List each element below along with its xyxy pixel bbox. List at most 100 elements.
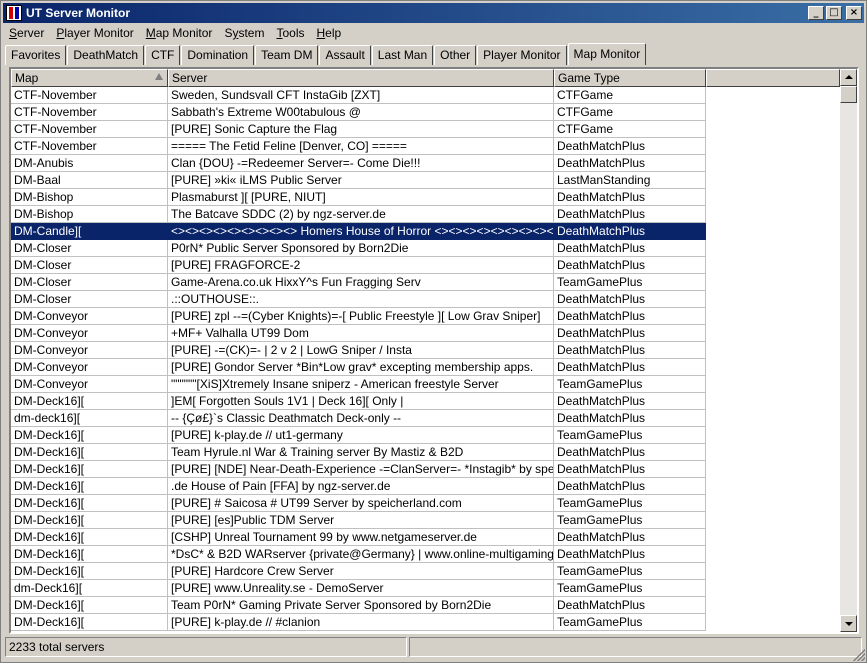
vertical-scrollbar[interactable] [840,69,857,632]
resize-grip-icon[interactable] [853,649,865,661]
table-row[interactable]: DM-Deck16][*DsC* & B2D WARserver {privat… [11,546,840,563]
table-row[interactable]: DM-Anubis Clan {DOU} -=Redeemer Server=- … [11,155,840,172]
table-row[interactable]: DM-Deck16][[PURE] [es]Public TDM Server T… [11,512,840,529]
column-header-server[interactable]: Server [168,69,554,87]
menu-item-player-monitor[interactable]: Player Monitor [50,26,139,40]
table-row[interactable]: DM-Bishop Plasmaburst ][ [PURE, NIUT] Deat… [11,189,840,206]
table-row[interactable]: CTF-November Sabbath's Extreme W00tabulou… [11,104,840,121]
cell-map: DM-Deck16][ [11,614,168,631]
cell-server: [PURE] »ki« iLMS Public Server [168,172,554,189]
cell-map: DM-Closer [11,257,168,274]
table-row[interactable]: DM-Deck16][.de House of Pain [FFA] by ng… [11,478,840,495]
cell-game-type: DeathMatchPlus [554,444,706,461]
table-row[interactable]: DM-Conveyor [PURE] zpl --=(Cyber Knights)… [11,308,840,325]
cell-map: DM-Closer [11,291,168,308]
menu-item-map-monitor[interactable]: Map Monitor [140,26,219,40]
cell-server: [PURE] k-play.de // #clanion [168,614,554,631]
cell-server: Game-Arena.co.uk HixxY^s Fun Fragging Se… [168,274,554,291]
cell-game-type: DeathMatchPlus [554,189,706,206]
table-row[interactable]: DM-Deck16][[PURE] k-play.de // ut1-germa… [11,427,840,444]
tab-team-dm[interactable]: Team DM [255,45,319,65]
status-panel-2 [409,637,862,657]
cell-game-type: TeamGamePlus [554,563,706,580]
cell-server: [CSHP] Unreal Tournament 99 by www.netga… [168,529,554,546]
cell-game-type: DeathMatchPlus [554,138,706,155]
cell-game-type: TeamGamePlus [554,495,706,512]
table-row[interactable]: DM-Deck16][Team Hyrule.nl War & Training… [11,444,840,461]
table-row[interactable]: DM-Conveyor """"""[XiS]Xtremely Insane sn… [11,376,840,393]
column-header-map[interactable]: Map [11,69,168,87]
cell-game-type: DeathMatchPlus [554,342,706,359]
column-header-map-label: Map [15,71,39,85]
table-row[interactable]: DM-Conveyor [PURE] -=(CK)=- | 2 v 2 | Low… [11,342,840,359]
menu-item-tools[interactable]: Tools [270,26,310,40]
table-row[interactable]: DM-Deck16][]EM[ Forgotten Souls 1V1 | De… [11,393,840,410]
cell-map: CTF-November [11,138,168,155]
cell-game-type: LastManStanding [554,172,706,189]
cell-map: DM-Candle][ [11,223,168,240]
cell-server: Team Hyrule.nl War & Training server By … [168,444,554,461]
cell-game-type: TeamGamePlus [554,274,706,291]
scroll-down-button[interactable] [840,615,857,632]
table-row[interactable]: DM-Deck16][Team P0rN* Gaming Private Ser… [11,597,840,614]
close-icon[interactable]: × [846,6,862,20]
cell-map: DM-Deck16][ [11,597,168,614]
sort-ascending-icon [155,73,163,80]
table-row[interactable]: CTF-November Sweden, Sundsvall CFT InstaG… [11,87,840,104]
tab-player-monitor[interactable]: Player Monitor [477,45,567,65]
table-row[interactable]: DM-Deck16][[PURE] [NDE] Near-Death-Exper… [11,461,840,478]
table-row[interactable]: DM-Deck16][[CSHP] Unreal Tournament 99 b… [11,529,840,546]
tab-other[interactable]: Other [434,45,477,65]
table-row[interactable]: DM-Closer P0rN* Public Server Sponsored b… [11,240,840,257]
server-list[interactable]: Map Server Game Type CTF-November Sweden,… [11,69,840,632]
cell-game-type: DeathMatchPlus [554,546,706,563]
menu-item-help[interactable]: Help [310,26,347,40]
minimize-icon[interactable]: _ [808,6,824,20]
table-row[interactable]: DM-Deck16][[PURE] k-play.de // #clanion T… [11,614,840,631]
table-row[interactable]: DM-Baal [PURE] »ki« iLMS Public Server Las… [11,172,840,189]
cell-server: [PURE] FRAGFORCE-2 [168,257,554,274]
scroll-up-button[interactable] [840,69,857,86]
status-bar: 2233 total servers [5,637,864,657]
table-row[interactable]: DM-Conveyor +MF+ Valhalla UT99 Dom DeathMa… [11,325,840,342]
cell-server: [PURE] -=(CK)=- | 2 v 2 | LowG Sniper / … [168,342,554,359]
table-row[interactable]: DM-Closer .::OUTHOUSE::. DeathMatchPlus [11,291,840,308]
menu-item-system[interactable]: System [218,26,270,40]
table-row[interactable]: CTF-November ===== The Fetid Feline [Denv… [11,138,840,155]
table-row[interactable]: DM-Conveyor [PURE] Gondor Server *Bin*Low… [11,359,840,376]
cell-server: Clan {DOU} -=Redeemer Server=- Come Die!… [168,155,554,172]
table-row[interactable]: dm-Deck16][[PURE] www.Unreality.se - Dem… [11,580,840,597]
tab-map-monitor[interactable]: Map Monitor [567,43,647,65]
table-row[interactable]: DM-Bishop The Batcave SDDC (2) by ngz-ser… [11,206,840,223]
arrow-down-icon [845,622,853,626]
cell-map: DM-Baal [11,172,168,189]
maximize-icon[interactable]: □ [826,6,842,20]
table-row[interactable]: CTF-November [PURE] Sonic Capture the Fla… [11,121,840,138]
table-row[interactable]: DM-Closer [PURE] FRAGFORCE-2 DeathMatchPlu… [11,257,840,274]
scroll-thumb[interactable] [840,86,857,103]
table-row[interactable]: dm-deck16][-- {Çø£}`s Classic Deathmatch… [11,410,840,427]
title-bar[interactable]: UT Server Monitor _ □ × [3,3,864,23]
tab-favorites[interactable]: Favorites [5,45,67,65]
tab-domination[interactable]: Domination [181,45,255,65]
table-row[interactable]: DM-Deck16][[PURE] Hardcore Crew Server Te… [11,563,840,580]
cell-map: DM-Deck16][ [11,563,168,580]
tab-deathmatch[interactable]: DeathMatch [67,45,145,65]
tab-assault[interactable]: Assault [319,45,371,65]
cell-game-type: CTFGame [554,121,706,138]
tab-last-man[interactable]: Last Man [371,45,434,65]
menu-item-server[interactable]: Server [3,26,50,40]
cell-map: DM-Conveyor [11,376,168,393]
table-row[interactable]: DM-Candle][<><><><><><><><><> Homers Hou… [11,223,840,240]
cell-game-type: DeathMatchPlus [554,359,706,376]
cell-server: ]EM[ Forgotten Souls 1V1 | Deck 16][ Onl… [168,393,554,410]
cell-game-type: DeathMatchPlus [554,155,706,172]
cell-server: -- {Çø£}`s Classic Deathmatch Deck-only … [168,410,554,427]
column-header-game-type[interactable]: Game Type [554,69,706,87]
arrow-up-icon [845,75,853,79]
table-row[interactable]: DM-Deck16][[PURE] # Saicosa # UT99 Serve… [11,495,840,512]
tab-ctf[interactable]: CTF [145,45,181,65]
cell-server: """"""[XiS]Xtremely Insane sniperz - Ame… [168,376,554,393]
table-row[interactable]: DM-Closer Game-Arena.co.uk HixxY^s Fun Fr… [11,274,840,291]
cell-game-type: DeathMatchPlus [554,393,706,410]
